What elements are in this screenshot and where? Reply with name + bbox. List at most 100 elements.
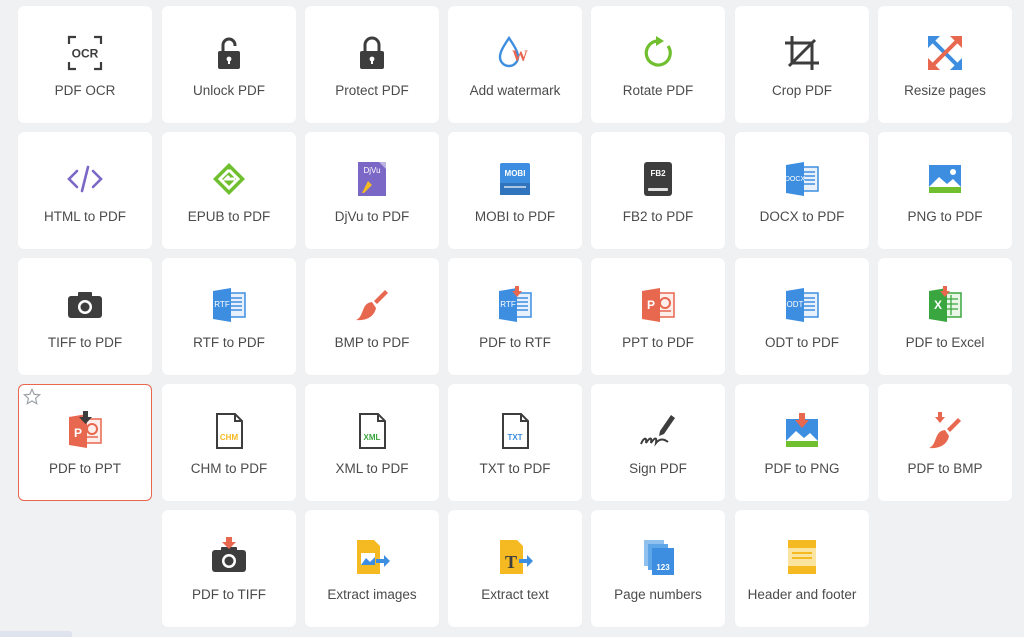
- status-bar: [0, 631, 72, 637]
- tool-pdf-to-rtf[interactable]: RTF PDF to RTF: [448, 258, 582, 375]
- tool-label: Header and footer: [747, 587, 857, 602]
- tool-label: PDF OCR: [54, 83, 116, 98]
- tool-label: Protect PDF: [335, 83, 409, 98]
- tool-label: ODT to PDF: [764, 335, 839, 350]
- svg-text:X: X: [934, 298, 942, 312]
- tool-txt-to-pdf[interactable]: TXT TXT to PDF: [448, 384, 582, 501]
- tool-label: PDF to PPT: [48, 461, 121, 476]
- tool-png-to-pdf[interactable]: PNG to PDF: [878, 132, 1012, 249]
- star-icon[interactable]: [22, 387, 43, 408]
- docx-icon: DOCX: [782, 159, 822, 199]
- tool-sign-pdf[interactable]: Sign PDF: [591, 384, 725, 501]
- tool-label: PDF to RTF: [479, 335, 551, 350]
- tool-label: Extract text: [481, 587, 549, 602]
- tool-label: HTML to PDF: [43, 209, 126, 224]
- tool-ppt-to-pdf[interactable]: P PPT to PDF: [591, 258, 725, 375]
- djvu-icon: DjVu: [352, 159, 392, 199]
- code-icon: [65, 159, 105, 199]
- tool-tiff-to-pdf[interactable]: TIFF to PDF: [18, 258, 152, 375]
- svg-text:RTF: RTF: [214, 300, 230, 309]
- crop-icon: [782, 33, 822, 73]
- tool-pdf-to-tiff[interactable]: PDF to TIFF: [162, 510, 296, 627]
- tool-label: Extract images: [327, 587, 417, 602]
- tool-label: Rotate PDF: [622, 83, 694, 98]
- camera-icon: [65, 285, 105, 325]
- txt-file-icon: TXT: [495, 411, 535, 451]
- tool-label: RTF to PDF: [193, 335, 265, 350]
- tool-mobi-to-pdf[interactable]: MOBI MOBI to PDF: [448, 132, 582, 249]
- tool-xml-to-pdf[interactable]: XML XML to PDF: [305, 384, 439, 501]
- chm-file-icon: CHM: [209, 411, 249, 451]
- resize-icon: [925, 33, 965, 73]
- mobi-icon: MOBI: [495, 159, 535, 199]
- epub-icon: [209, 159, 249, 199]
- tool-fb2-to-pdf[interactable]: FB2 FB2 to PDF: [591, 132, 725, 249]
- tool-epub-to-pdf[interactable]: EPUB to PDF: [162, 132, 296, 249]
- tool-label: TXT to PDF: [479, 461, 551, 476]
- brush-download-icon: [925, 411, 965, 451]
- tool-label: DOCX to PDF: [759, 209, 845, 224]
- tool-page-numbers[interactable]: 123 Page numbers: [591, 510, 725, 627]
- tool-chm-to-pdf[interactable]: CHM CHM to PDF: [162, 384, 296, 501]
- tool-extract-images[interactable]: Extract images: [305, 510, 439, 627]
- pen-signature-icon: [638, 411, 678, 451]
- tool-label: FB2 to PDF: [622, 209, 694, 224]
- tool-pdf-to-excel[interactable]: X PDF to Excel: [878, 258, 1012, 375]
- ppt-icon: P: [638, 285, 678, 325]
- tool-extract-text[interactable]: T Extract text: [448, 510, 582, 627]
- svg-text:T: T: [505, 552, 517, 572]
- tool-label: Page numbers: [614, 587, 702, 602]
- svg-text:W: W: [512, 48, 528, 65]
- tool-odt-to-pdf[interactable]: ODT ODT to PDF: [735, 258, 869, 375]
- fb2-icon: FB2: [638, 159, 678, 199]
- svg-text:P: P: [74, 426, 82, 440]
- ocr-icon: OCR: [65, 33, 105, 73]
- tool-unlock-pdf[interactable]: Unlock PDF: [162, 6, 296, 123]
- camera-download-icon: [209, 537, 249, 577]
- tool-label: PDF to TIFF: [191, 587, 266, 602]
- tool-label: XML to PDF: [335, 461, 409, 476]
- svg-text:MOBI: MOBI: [505, 169, 526, 178]
- tool-label: Add watermark: [469, 83, 561, 98]
- image-download-icon: [782, 411, 822, 451]
- tool-pdf-to-ppt[interactable]: P PDF to PPT: [18, 384, 152, 501]
- tool-add-watermark[interactable]: W Add watermark: [448, 6, 582, 123]
- tool-pdf-ocr[interactable]: OCR PDF OCR: [18, 6, 152, 123]
- rtf-download-icon: RTF: [495, 285, 535, 325]
- svg-text:DjVu: DjVu: [363, 166, 380, 175]
- xml-file-icon: XML: [352, 411, 392, 451]
- tool-resize-pages[interactable]: Resize pages: [878, 6, 1012, 123]
- image-icon: [925, 159, 965, 199]
- tool-rtf-to-pdf[interactable]: RTF RTF to PDF: [162, 258, 296, 375]
- tool-pdf-to-bmp[interactable]: PDF to BMP: [878, 384, 1012, 501]
- ppt-download-icon: P: [65, 411, 105, 451]
- tool-protect-pdf[interactable]: Protect PDF: [305, 6, 439, 123]
- tool-label: CHM to PDF: [190, 461, 268, 476]
- tool-label: BMP to PDF: [334, 335, 410, 350]
- svg-text:OCR: OCR: [72, 47, 99, 61]
- tool-label: Sign PDF: [629, 461, 687, 476]
- svg-text:DOCX: DOCX: [785, 176, 806, 183]
- svg-text:123: 123: [656, 563, 670, 572]
- tool-djvu-to-pdf[interactable]: DjVu DjVu to PDF: [305, 132, 439, 249]
- tool-label: PDF to Excel: [905, 335, 985, 350]
- tool-rotate-pdf[interactable]: Rotate PDF: [591, 6, 725, 123]
- tool-label: PDF to PNG: [764, 461, 840, 476]
- svg-text:CHM: CHM: [220, 433, 239, 442]
- tool-label: TIFF to PDF: [47, 335, 123, 350]
- tool-html-to-pdf[interactable]: HTML to PDF: [18, 132, 152, 249]
- tool-label: PNG to PDF: [907, 209, 983, 224]
- tool-label: Resize pages: [904, 83, 986, 98]
- tool-label: PPT to PDF: [622, 335, 694, 350]
- tool-bmp-to-pdf[interactable]: BMP to PDF: [305, 258, 439, 375]
- rtf-icon: RTF: [209, 285, 249, 325]
- tool-header-and-footer[interactable]: Header and footer: [735, 510, 869, 627]
- svg-text:P: P: [647, 298, 655, 312]
- unlock-icon: [209, 33, 249, 73]
- tool-label: Unlock PDF: [192, 83, 265, 98]
- svg-text:TXT: TXT: [507, 433, 522, 442]
- tool-crop-pdf[interactable]: Crop PDF: [735, 6, 869, 123]
- header-footer-icon: [782, 537, 822, 577]
- tool-pdf-to-png[interactable]: PDF to PNG: [735, 384, 869, 501]
- tool-docx-to-pdf[interactable]: DOCX DOCX to PDF: [735, 132, 869, 249]
